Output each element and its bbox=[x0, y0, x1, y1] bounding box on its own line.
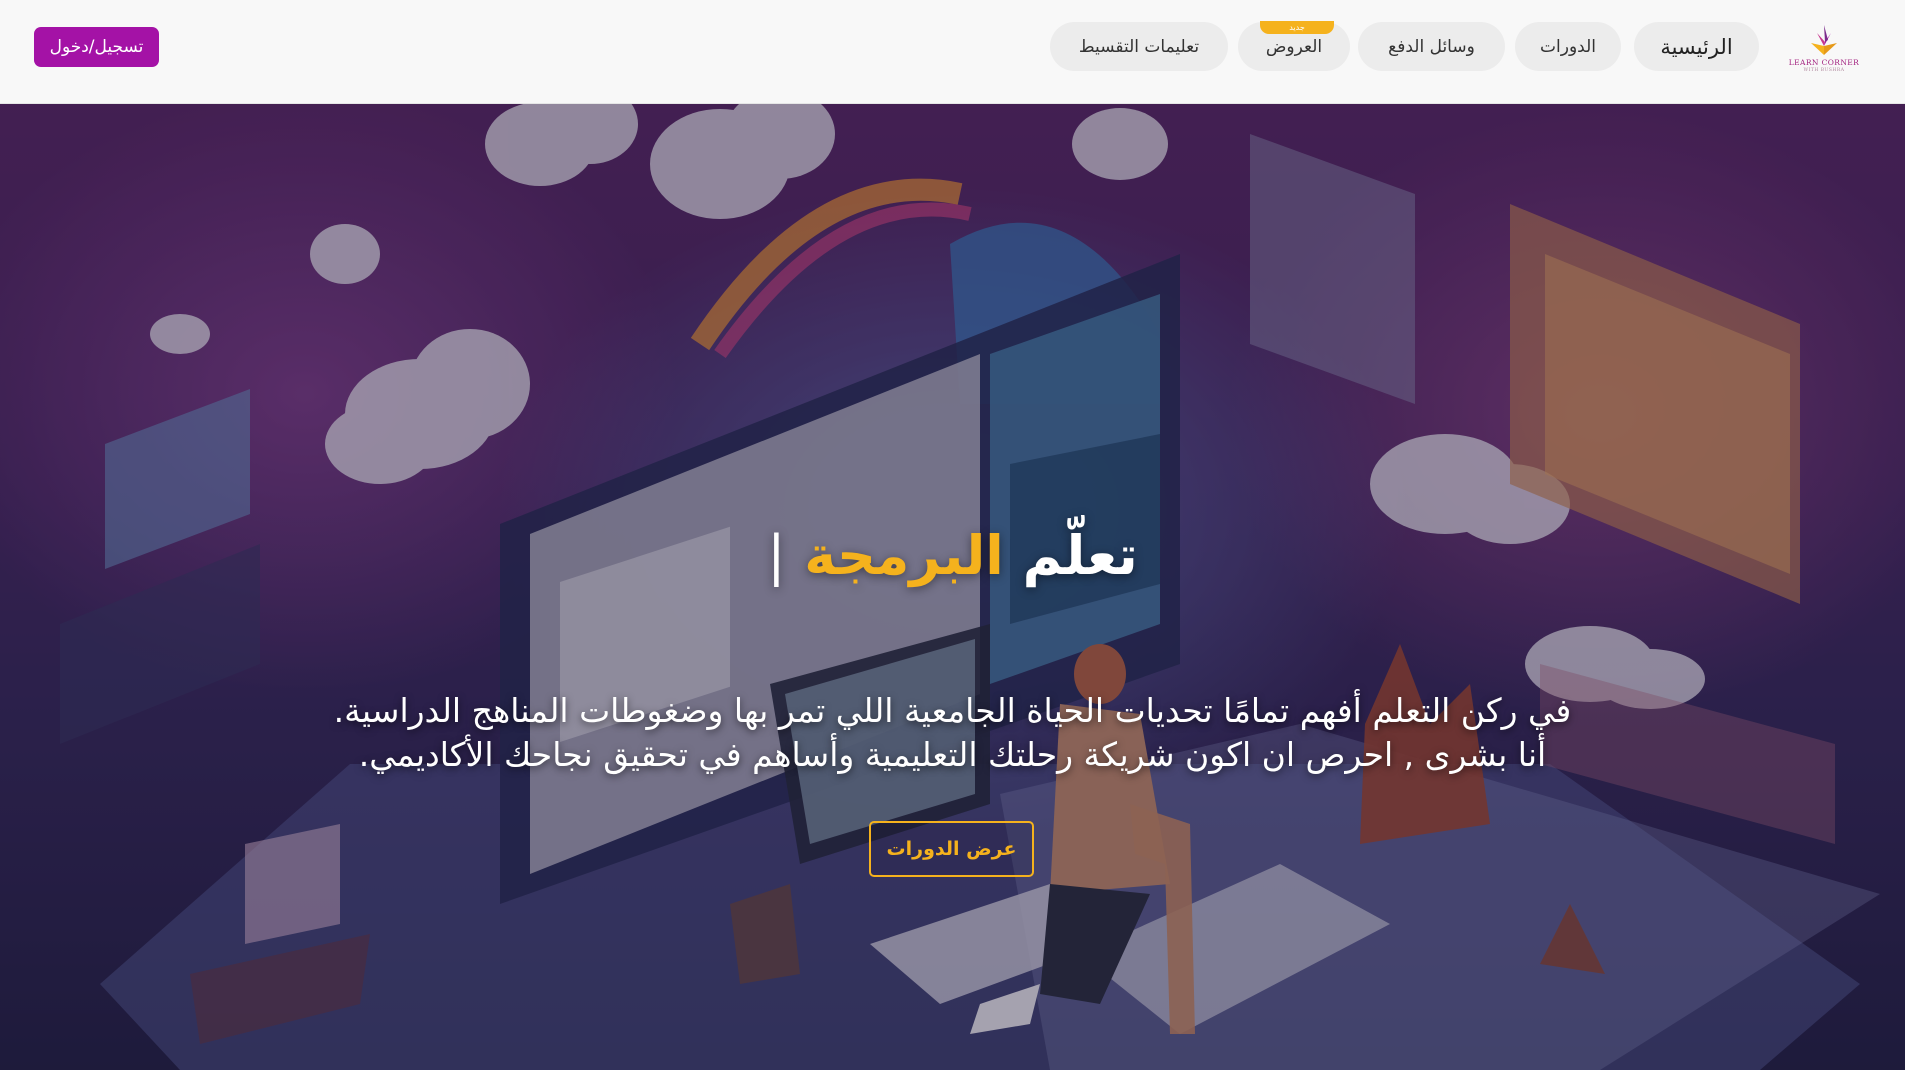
brand-name: LEARN CORNER bbox=[1788, 58, 1860, 67]
typing-cursor: | bbox=[767, 524, 786, 587]
nav-item-payment-methods[interactable]: وسائل الدفع bbox=[1358, 22, 1505, 71]
view-courses-label: عرض الدورات bbox=[886, 838, 1017, 860]
login-register-label: تسجيل/دخول bbox=[49, 37, 144, 57]
login-register-button[interactable]: تسجيل/دخول bbox=[34, 27, 159, 67]
hero-title: تعلّم البرمجة | bbox=[0, 524, 1905, 604]
nav-item-label: العروض bbox=[1265, 36, 1323, 57]
nav-item-offers[interactable]: جديد العروض bbox=[1238, 21, 1350, 71]
hero-description-line: في ركن التعلم أفهم تمامًا تحديات الحياة … bbox=[333, 691, 1572, 730]
nav-item-label: الرئيسية bbox=[1660, 34, 1733, 59]
top-navbar: LEARN CORNER WITH BUSHRA الرئيسية الدورا… bbox=[0, 0, 1905, 104]
nav-item-installment-instructions[interactable]: تعليمات التقسيط bbox=[1050, 22, 1228, 71]
nav-item-label: الدورات bbox=[1540, 36, 1596, 57]
hero-section: تعلّم البرمجة | في ركن التعلم أفهم تمامً… bbox=[0, 104, 1905, 1070]
new-badge: جديد bbox=[1260, 21, 1334, 34]
nav-item-label: تعليمات التقسيط bbox=[1078, 36, 1200, 57]
hero-description-line: أنا بشرى , احرص ان اكون شريكة رحلتك التع… bbox=[358, 735, 1547, 774]
hero-title-highlight: البرمجة bbox=[804, 524, 1004, 587]
nav-item-courses[interactable]: الدورات bbox=[1515, 22, 1621, 71]
book-logo-icon bbox=[1811, 25, 1837, 55]
brand-logo[interactable]: LEARN CORNER WITH BUSHRA bbox=[1784, 22, 1864, 78]
view-courses-button[interactable]: عرض الدورات bbox=[869, 821, 1034, 877]
hero-title-prefix: تعلّم bbox=[1022, 524, 1138, 587]
brand-tagline: WITH BUSHRA bbox=[1803, 68, 1845, 73]
nav-item-home[interactable]: الرئيسية bbox=[1634, 22, 1759, 71]
nav-item-label: وسائل الدفع bbox=[1388, 36, 1475, 57]
hero-description: في ركن التعلم أفهم تمامًا تحديات الحياة … bbox=[250, 689, 1655, 777]
